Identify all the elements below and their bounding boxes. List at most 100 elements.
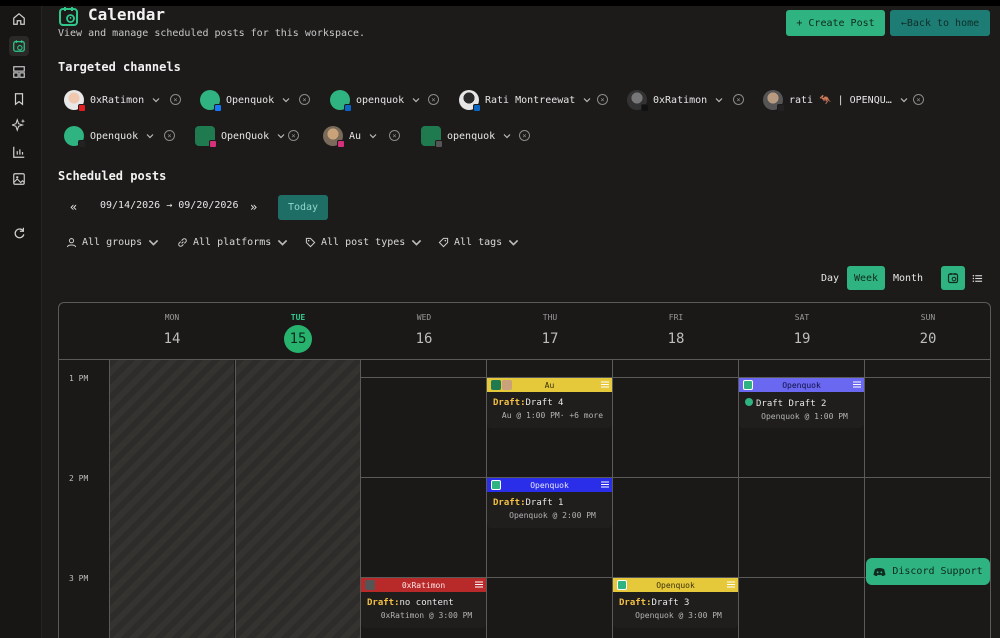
post-meta: Openquok @ 3:00 PM [635, 611, 722, 620]
calendar-view-icon[interactable] [941, 266, 965, 290]
channel-avatar-icon [502, 380, 512, 390]
channel-name: Rati Montreewat [485, 94, 576, 106]
remove-channel-icon[interactable]: × [913, 94, 924, 105]
image-icon[interactable] [9, 169, 29, 189]
create-post-button[interactable]: + Create Post [786, 10, 885, 36]
day-number[interactable]: 16 [361, 331, 487, 347]
calendar-icon[interactable] [9, 36, 29, 56]
column-line [235, 359, 236, 638]
list-view-icon[interactable] [967, 266, 987, 290]
day-number[interactable]: 19 [739, 331, 865, 347]
home-icon[interactable] [9, 9, 29, 29]
post-meta: Au @ 1:00 PM· +6 more [501, 411, 604, 420]
linkedin-icon [473, 104, 481, 112]
filter-post-types[interactable]: All post types [305, 235, 427, 249]
remove-channel-icon[interactable]: × [519, 130, 530, 141]
menu-icon[interactable] [475, 581, 483, 588]
post-title: Draft:no content [367, 598, 454, 608]
day-number[interactable]: 17 [487, 331, 613, 347]
remove-channel-icon[interactable]: × [288, 130, 299, 141]
day-number[interactable]: 18 [613, 331, 739, 347]
avatar [459, 90, 481, 112]
channel-chip[interactable]: Rati Montreewat [459, 89, 591, 112]
remove-channel-icon[interactable]: × [733, 94, 744, 105]
post-meta: Openquok @ 1:00 PM [761, 412, 848, 421]
post-card[interactable]: 0xRatimon Draft:no content 0xRatimon @ 3… [361, 578, 486, 628]
chevron-down-icon [583, 98, 591, 103]
day-number[interactable]: 20 [865, 331, 990, 347]
discord-support-label: Discord Support [892, 566, 983, 577]
layout-icon[interactable] [9, 62, 29, 82]
menu-icon[interactable] [601, 381, 609, 388]
chevron-down-icon [146, 134, 154, 139]
post-title: Draft:Draft 3 [619, 598, 690, 608]
post-meta: 0xRatimon @ 3:00 PM [380, 611, 473, 620]
avatar [421, 126, 443, 148]
channel-name: rati 🦘 | OPENQU… [789, 94, 892, 106]
youtube-icon [78, 104, 86, 112]
channel-avatar-icon [743, 380, 753, 390]
filter-tags[interactable]: All tags [438, 235, 524, 249]
channel-name: Au [349, 130, 362, 142]
channel-name: Openquok [90, 130, 139, 142]
bookmark-icon[interactable] [9, 89, 29, 109]
avatar [195, 126, 217, 148]
day-name: SAT [794, 313, 810, 322]
channel-avatar-icon [491, 380, 501, 390]
channel-chip[interactable]: 0xRatimon [627, 89, 723, 112]
post-channel: Openquok [782, 380, 821, 390]
remove-channel-icon[interactable]: × [428, 94, 439, 105]
previous-week-button[interactable]: « [70, 200, 77, 214]
hour-label: 2 PM [69, 474, 89, 483]
filter-label: All tags [454, 236, 503, 248]
remove-channel-icon[interactable]: × [389, 130, 400, 141]
channel-chip[interactable]: rati 🦘 | OPENQU… [763, 89, 908, 112]
remove-channel-icon[interactable]: × [164, 130, 175, 141]
menu-icon[interactable] [853, 381, 861, 388]
post-card-header: Openquok [487, 478, 612, 492]
post-card[interactable]: Openquok Draft:Draft 3 Openquok @ 3:00 P… [613, 578, 738, 628]
channel-name: openquok [356, 94, 405, 106]
column-line [864, 359, 865, 638]
chevron-down-icon [900, 98, 908, 103]
channel-chip[interactable]: OpenQuok [195, 125, 285, 148]
post-card[interactable]: Openquok Draft Draft 2 Openquok @ 1:00 P… [739, 378, 864, 428]
channel-chip[interactable]: openquok [330, 89, 420, 112]
channel-chip[interactable]: Au [323, 125, 377, 148]
column-line [109, 359, 110, 638]
post-card-header: Openquok [613, 578, 738, 592]
remove-channel-icon[interactable]: × [170, 94, 181, 105]
remove-channel-icon[interactable]: × [597, 94, 608, 105]
channel-chip[interactable]: 0xRatimon [64, 89, 160, 112]
channel-chip[interactable]: Openquok [200, 89, 290, 112]
filter-platforms[interactable]: All platforms [177, 235, 293, 249]
chevron-down-icon [277, 134, 285, 139]
menu-icon[interactable] [727, 581, 735, 588]
view-month-button[interactable]: Month [888, 266, 928, 290]
user-icon [66, 237, 77, 247]
linkedin-icon [344, 104, 352, 112]
channel-name: OpenQuok [221, 130, 270, 142]
remove-channel-icon[interactable]: × [299, 94, 310, 105]
view-week-button[interactable]: Week [847, 266, 885, 290]
day-number-today[interactable]: 15 [235, 331, 361, 347]
sparkles-icon[interactable] [9, 115, 29, 135]
next-week-button[interactable]: » [250, 200, 257, 214]
chart-icon[interactable] [9, 142, 29, 162]
post-card[interactable]: Openquok Draft:Draft 1 Openquok @ 2:00 P… [487, 478, 612, 528]
avatar [200, 90, 222, 112]
channel-chip[interactable]: openquok [421, 125, 511, 148]
chevron-down-icon [503, 134, 511, 139]
channel-chip[interactable]: Openquok [64, 125, 154, 148]
day-name: SUN [920, 313, 936, 322]
day-number[interactable]: 14 [109, 331, 235, 347]
back-home-button[interactable]: ←Back to home [890, 10, 990, 36]
menu-icon[interactable] [601, 481, 609, 488]
tag-icon [438, 237, 449, 247]
filter-groups[interactable]: All groups [66, 235, 164, 249]
discord-support-button[interactable]: Discord Support [866, 558, 990, 585]
post-card[interactable]: Au Draft:Draft 4 Au @ 1:00 PM· +6 more [487, 378, 612, 428]
refresh-icon[interactable] [9, 223, 29, 243]
view-day-button[interactable]: Day [816, 266, 844, 290]
today-button[interactable]: Today [278, 195, 328, 220]
